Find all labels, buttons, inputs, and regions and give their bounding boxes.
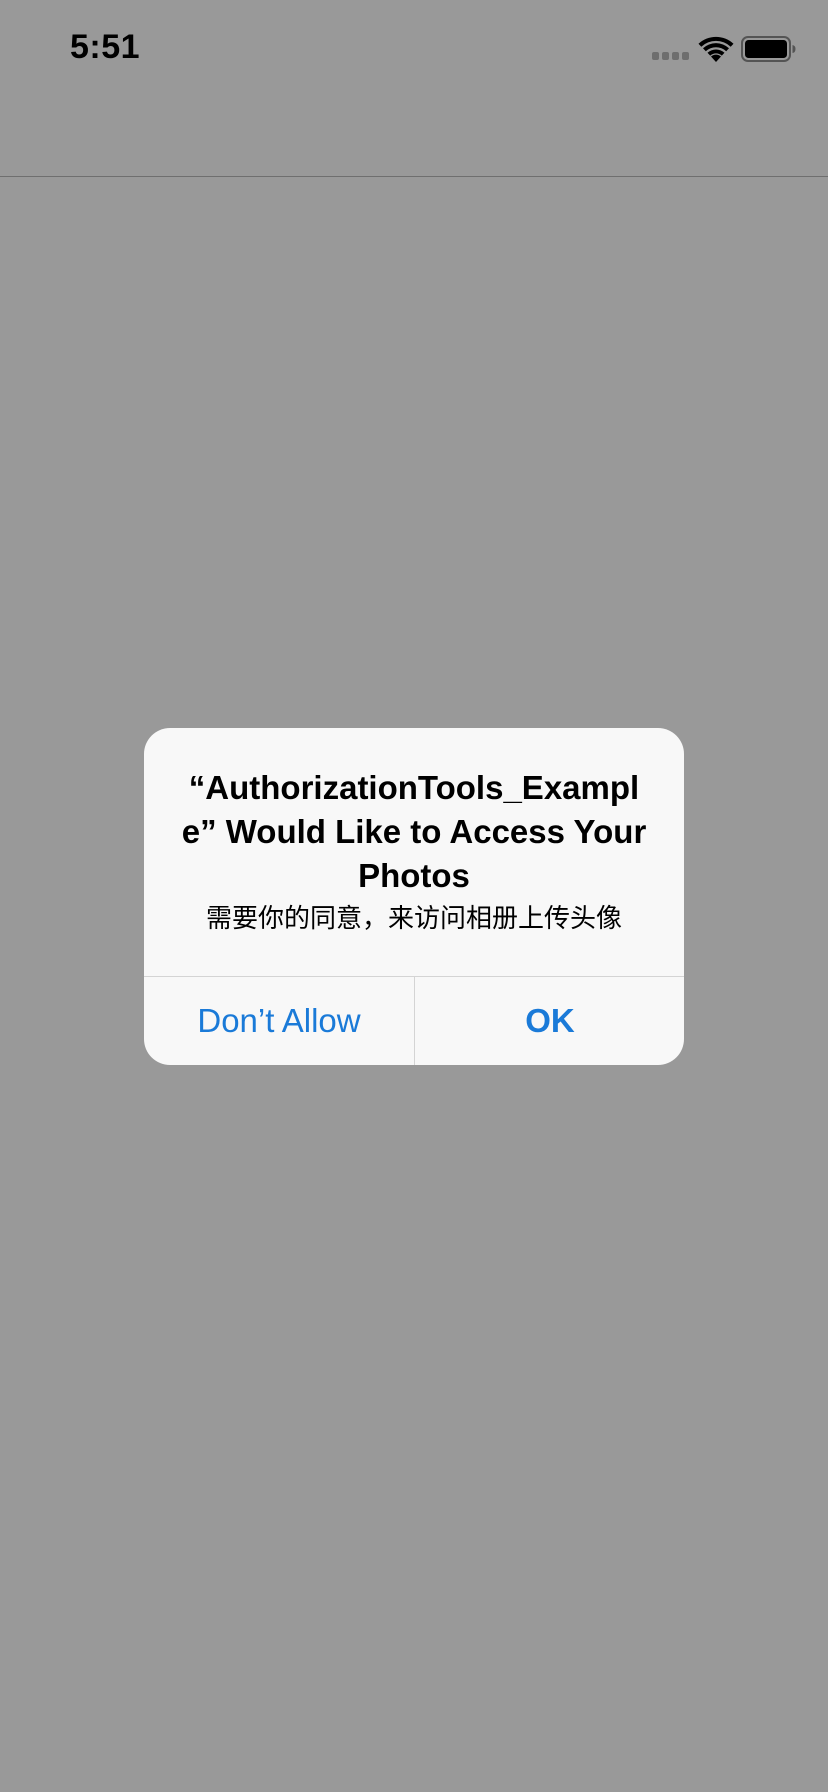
- permission-alert: “AuthorizationTools_Example” Would Like …: [144, 728, 684, 1065]
- status-time: 5:51: [70, 28, 141, 66]
- battery-icon: [741, 36, 796, 62]
- ok-button[interactable]: OK: [415, 977, 684, 1065]
- dont-allow-button[interactable]: Don’t Allow: [144, 977, 414, 1065]
- app-screen: 5:51 “AuthorizationTools_Example” Would …: [0, 0, 828, 1792]
- status-bar: 5:51: [0, 0, 828, 100]
- alert-message: 需要你的同意，来访问相册上传头像: [205, 903, 622, 933]
- alert-title: “AuthorizationTools_Example” Would Like …: [181, 769, 647, 894]
- alert-body: “AuthorizationTools_Example” Would Like …: [144, 728, 684, 976]
- wifi-icon: [698, 36, 734, 62]
- signal-icon: [652, 52, 690, 62]
- navigation-bar: [0, 100, 828, 177]
